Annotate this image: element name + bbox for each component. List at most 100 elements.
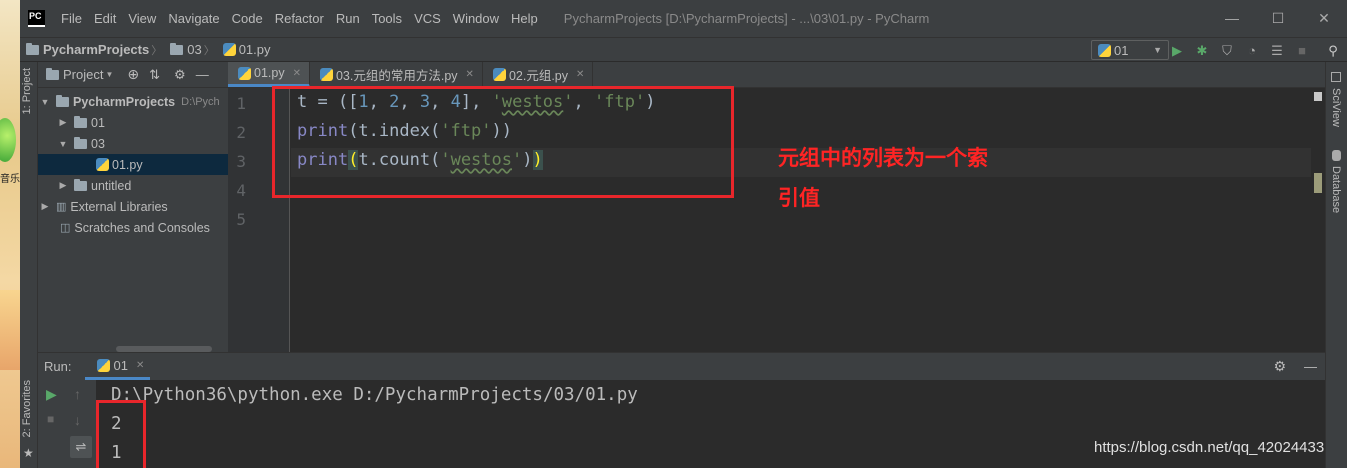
annotation-box [96, 400, 146, 468]
folder-icon [56, 94, 69, 107]
expanded-arrow-icon[interactable]: ▼ [58, 139, 68, 149]
folder-icon [26, 42, 39, 55]
concurrency-icon[interactable]: ☰ [1269, 43, 1285, 59]
project-tool-button[interactable]: 1: Project [21, 68, 33, 114]
run-tab-01[interactable]: 01 ✕ [85, 353, 151, 380]
line-number: 1 [236, 94, 246, 113]
menu-refactor[interactable]: Refactor [269, 0, 330, 37]
menu-edit[interactable]: Edit [88, 0, 122, 37]
tree-item-path: D:\Pych [181, 95, 220, 108]
chevron-down-icon[interactable]: ▼ [105, 70, 113, 79]
collapse-all-icon[interactable]: ⇅ [149, 67, 160, 83]
coverage-icon[interactable]: ⛉ [1219, 43, 1235, 59]
tree-item-label: External Libraries [70, 199, 168, 214]
python-file-icon [97, 358, 111, 372]
python-file-icon [1098, 43, 1111, 57]
gear-icon[interactable]: ⚙ [1273, 358, 1286, 375]
stop-icon[interactable]: ■ [1294, 43, 1310, 59]
python-file-icon [319, 68, 333, 81]
tab-03py[interactable]: 03.元组的常用方法.py ✕ [310, 62, 483, 87]
project-panel: Project ▼ ⊕ ⇅ ⚙ — ▼ PycharmProjects D:\P… [38, 62, 228, 352]
database-tool-button[interactable]: Database [1330, 166, 1342, 213]
locate-icon[interactable]: ⊕ [127, 66, 139, 83]
line-number: 2 [236, 123, 246, 142]
window-title: PycharmProjects [D:\PycharmProjects] - .… [563, 11, 930, 26]
tree-item-root[interactable]: ▼ PycharmProjects D:\Pych [38, 91, 228, 112]
tree-item-scratches[interactable]: ◫ Scratches and Consoles [38, 217, 228, 238]
collapsed-arrow-icon[interactable]: ▶ [40, 201, 50, 212]
close-tab-icon[interactable]: ✕ [466, 69, 474, 80]
collapsed-arrow-icon[interactable]: ▶ [58, 180, 68, 191]
watermark: https://blog.csdn.net/qq_42024433 [1094, 439, 1325, 456]
maximize-button[interactable]: ☐ [1255, 0, 1301, 37]
tree-item-untitled[interactable]: ▶ untitled [38, 175, 228, 196]
run-config-select[interactable]: 01 ▼ [1091, 40, 1169, 60]
scroll-thumb[interactable] [1314, 173, 1322, 193]
menu-vcs[interactable]: VCS [408, 0, 447, 37]
collapsed-arrow-icon[interactable]: ▶ [58, 117, 68, 128]
menu-navigate[interactable]: Navigate [162, 0, 225, 37]
close-button[interactable]: ✕ [1301, 0, 1347, 37]
inspection-marker[interactable] [1314, 92, 1322, 101]
run-config-label: 01 [1114, 42, 1129, 58]
desktop-app-icon[interactable] [0, 118, 16, 162]
close-tab-icon[interactable]: ✕ [293, 68, 301, 79]
debug-icon[interactable]: ✱ [1194, 43, 1210, 59]
gear-icon[interactable]: ⚙ [174, 67, 186, 83]
folder-icon [74, 178, 87, 191]
tree-item-01py[interactable]: 01.py [38, 154, 228, 175]
expanded-arrow-icon[interactable]: ▼ [40, 97, 50, 107]
python-file-icon [492, 68, 506, 81]
tree-item-01[interactable]: ▶ 01 [38, 112, 228, 133]
tab-02py[interactable]: 02.元组.py ✕ [483, 62, 594, 87]
close-tab-icon[interactable]: ✕ [576, 69, 584, 80]
up-arrow-icon[interactable]: ↑ [74, 386, 81, 402]
stop-icon[interactable]: ■ [47, 412, 54, 426]
folder-icon [74, 115, 87, 128]
python-file-icon [96, 158, 109, 171]
menu-code[interactable]: Code [226, 0, 269, 37]
soft-wrap-icon[interactable]: ⇌ [70, 436, 92, 458]
editor-scrollbar[interactable] [1311, 88, 1325, 352]
tree-item-label: 03 [91, 136, 105, 151]
tree-item-03[interactable]: ▼ 03 [38, 133, 228, 154]
menu-view[interactable]: View [122, 0, 162, 37]
star-icon: ★ [23, 446, 34, 460]
console-line: D:\Python36\python.exe D:/PycharmProject… [111, 385, 638, 405]
favorites-tool-button[interactable]: 2: Favorites [21, 380, 33, 437]
close-tab-icon[interactable]: ✕ [136, 360, 144, 371]
annotation-line: 元组中的列表为一个索 [778, 146, 988, 170]
profile-icon[interactable]: ◔ [1244, 43, 1260, 59]
tree-item-external-libraries[interactable]: ▶ ▥ External Libraries [38, 196, 228, 217]
breadcrumb-file[interactable]: 01.py [239, 42, 271, 57]
library-icon: ▥ [56, 201, 67, 213]
menu-window[interactable]: Window [447, 0, 505, 37]
project-panel-header: Project ▼ ⊕ ⇅ ⚙ — [38, 62, 228, 88]
sciview-tool-button[interactable]: SciView [1330, 88, 1342, 127]
tab-01py[interactable]: 01.py ✕ [228, 62, 310, 87]
down-arrow-icon[interactable]: ↓ [74, 412, 81, 428]
tab-label: 01.py [254, 66, 285, 80]
breadcrumb-folder[interactable]: 03 [187, 42, 201, 57]
search-icon[interactable]: ⚲ [1325, 43, 1341, 59]
hide-icon[interactable]: — [1304, 359, 1317, 374]
pycharm-logo-icon: PC [28, 10, 45, 27]
menu-file[interactable]: File [55, 0, 88, 37]
project-view-select[interactable]: Project [63, 67, 103, 82]
menu-tools[interactable]: Tools [366, 0, 408, 37]
menu-run[interactable]: Run [330, 0, 366, 37]
annotation-text: 元组中的列表为一个索 引值 [778, 138, 1038, 218]
breadcrumb-project[interactable]: PycharmProjects [43, 42, 149, 57]
breadcrumb: PycharmProjects 〉 03 〉 01.py [20, 42, 271, 58]
rerun-icon[interactable]: ▶ [46, 386, 57, 403]
hide-icon[interactable]: — [196, 67, 209, 82]
tree-item-label: Scratches and Consoles [74, 220, 210, 235]
python-file-icon [238, 66, 251, 80]
minimize-button[interactable]: — [1209, 0, 1255, 37]
desktop-background: 音乐 [0, 0, 20, 468]
run-tool-column: ▶ ↑ ■ ↓ ⇌ [38, 380, 96, 468]
run-icon[interactable]: ▶ [1169, 43, 1185, 59]
menu-help[interactable]: Help [505, 0, 544, 37]
navigation-bar: PycharmProjects 〉 03 〉 01.py 01 ▼ ▶ ✱ ⛉ … [20, 37, 1347, 62]
line-number: 4 [236, 181, 246, 200]
